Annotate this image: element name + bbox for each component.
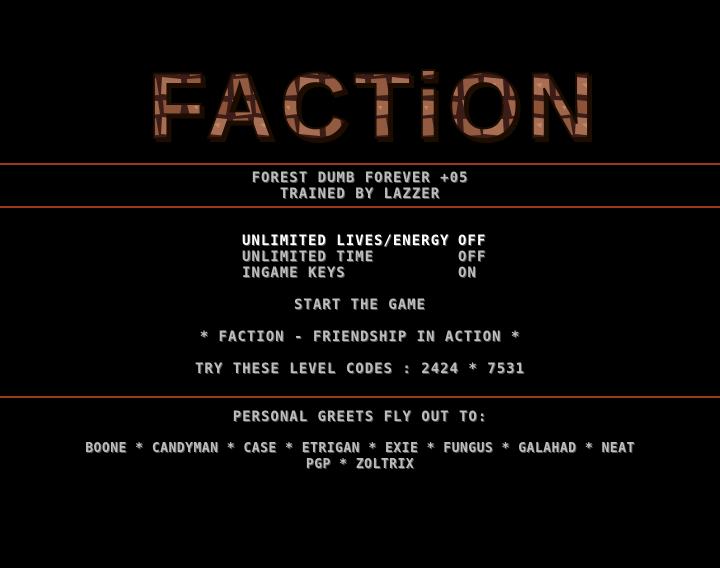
option-value: OFF	[458, 233, 487, 249]
option-label: INGAME KEYS	[242, 265, 346, 281]
logo-text: FACTiON	[148, 58, 601, 150]
level-codes: TRY THESE LEVEL CODES : 2424 * 7531	[194, 361, 525, 377]
greets-title: PERSONAL GREETS FLY OUT TO:	[232, 409, 488, 425]
greets-list-line2: PGP * ZOLTRIX	[305, 457, 415, 472]
option-value: OFF	[458, 249, 487, 265]
faction-logo: FACTiON	[147, 58, 601, 150]
option-ingame-keys[interactable]: INGAME KEYS ON	[242, 265, 502, 281]
option-label: UNLIMITED LIVES/ENERGY	[242, 233, 450, 249]
start-game-button[interactable]: START THE GAME	[0, 297, 720, 313]
divider-middle	[0, 206, 720, 208]
option-unlimited-time[interactable]: UNLIMITED TIME OFF	[242, 249, 502, 265]
trainer-credit: TRAINED BY LAZZER	[279, 186, 441, 202]
group-motto: * FACTION - FRIENDSHIP IN ACTION *	[199, 329, 521, 345]
option-label: UNLIMITED TIME	[242, 249, 375, 265]
divider-bottom	[0, 396, 720, 398]
divider-top	[0, 163, 720, 165]
greets-list-line1: BOONE * CANDYMAN * CASE * ETRIGAN * EXIE…	[85, 441, 635, 456]
title-line: FOREST DUMB FOREVER +05	[251, 170, 469, 186]
option-value: ON	[458, 265, 477, 281]
option-unlimited-lives[interactable]: UNLIMITED LIVES/ENERGY OFF	[242, 233, 502, 249]
